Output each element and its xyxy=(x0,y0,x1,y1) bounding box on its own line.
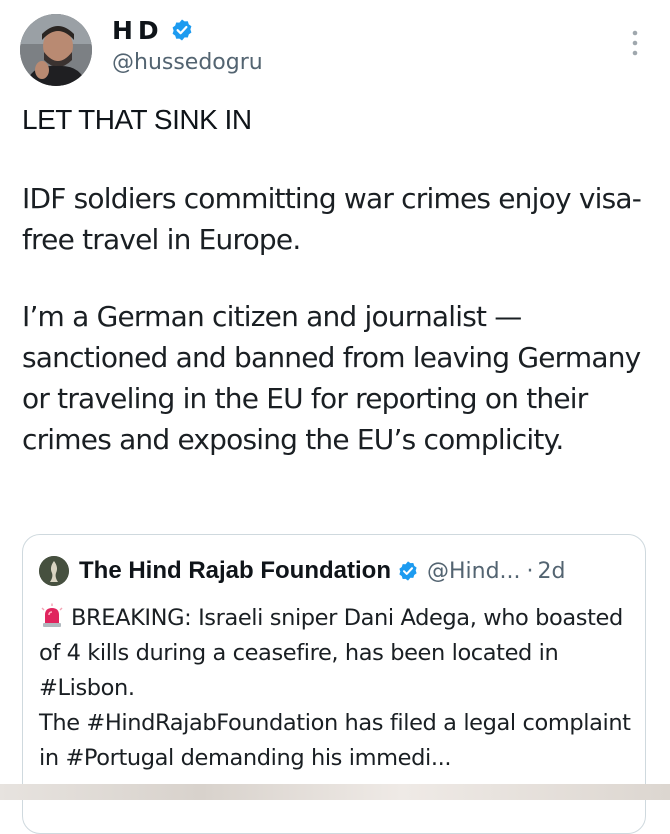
verified-badge-icon xyxy=(170,18,194,42)
quoted-text-line: BREAKING: Israeli sniper Dani Adega, who… xyxy=(39,605,623,701)
more-options-icon[interactable] xyxy=(628,28,642,58)
quoted-tweet-text: BREAKING: Israeli sniper Dani Adega, who… xyxy=(39,601,635,776)
tweet: HD @hussedogru LET THAT SINK IN IDF sold… xyxy=(0,0,670,834)
tweet-paragraph: I’m a German citizen and journalist — sa… xyxy=(22,300,641,456)
author-display-name[interactable]: HD xyxy=(112,16,164,45)
author-handle[interactable]: @hussedogru xyxy=(112,50,263,75)
avatar[interactable] xyxy=(20,14,92,86)
quoted-tweet-header: The Hind Rajab Foundation @Hind... · 2d xyxy=(39,555,566,587)
separator-dot: · xyxy=(526,558,534,584)
media-preview[interactable] xyxy=(0,784,670,800)
tweet-paragraph: IDF soldiers committing war crimes enjoy… xyxy=(22,182,642,256)
author-name-row: HD xyxy=(112,16,194,45)
quoted-author-avatar[interactable] xyxy=(39,556,69,586)
quoted-timestamp[interactable]: 2d xyxy=(538,559,566,584)
quoted-author-name[interactable]: The Hind Rajab Foundation xyxy=(79,557,391,585)
verified-badge-icon xyxy=(397,560,419,582)
quoted-line: The #HindRajabFoundation has filed a leg… xyxy=(39,710,631,771)
quoted-author-handle[interactable]: @Hind... xyxy=(427,559,521,584)
quoted-line: BREAKING: Israeli sniper Dani Adega, who… xyxy=(39,601,635,706)
tweet-headline: LET THAT SINK IN xyxy=(22,104,252,135)
siren-icon xyxy=(39,603,65,629)
tweet-text: LET THAT SINK IN IDF soldiers committing… xyxy=(22,100,652,460)
